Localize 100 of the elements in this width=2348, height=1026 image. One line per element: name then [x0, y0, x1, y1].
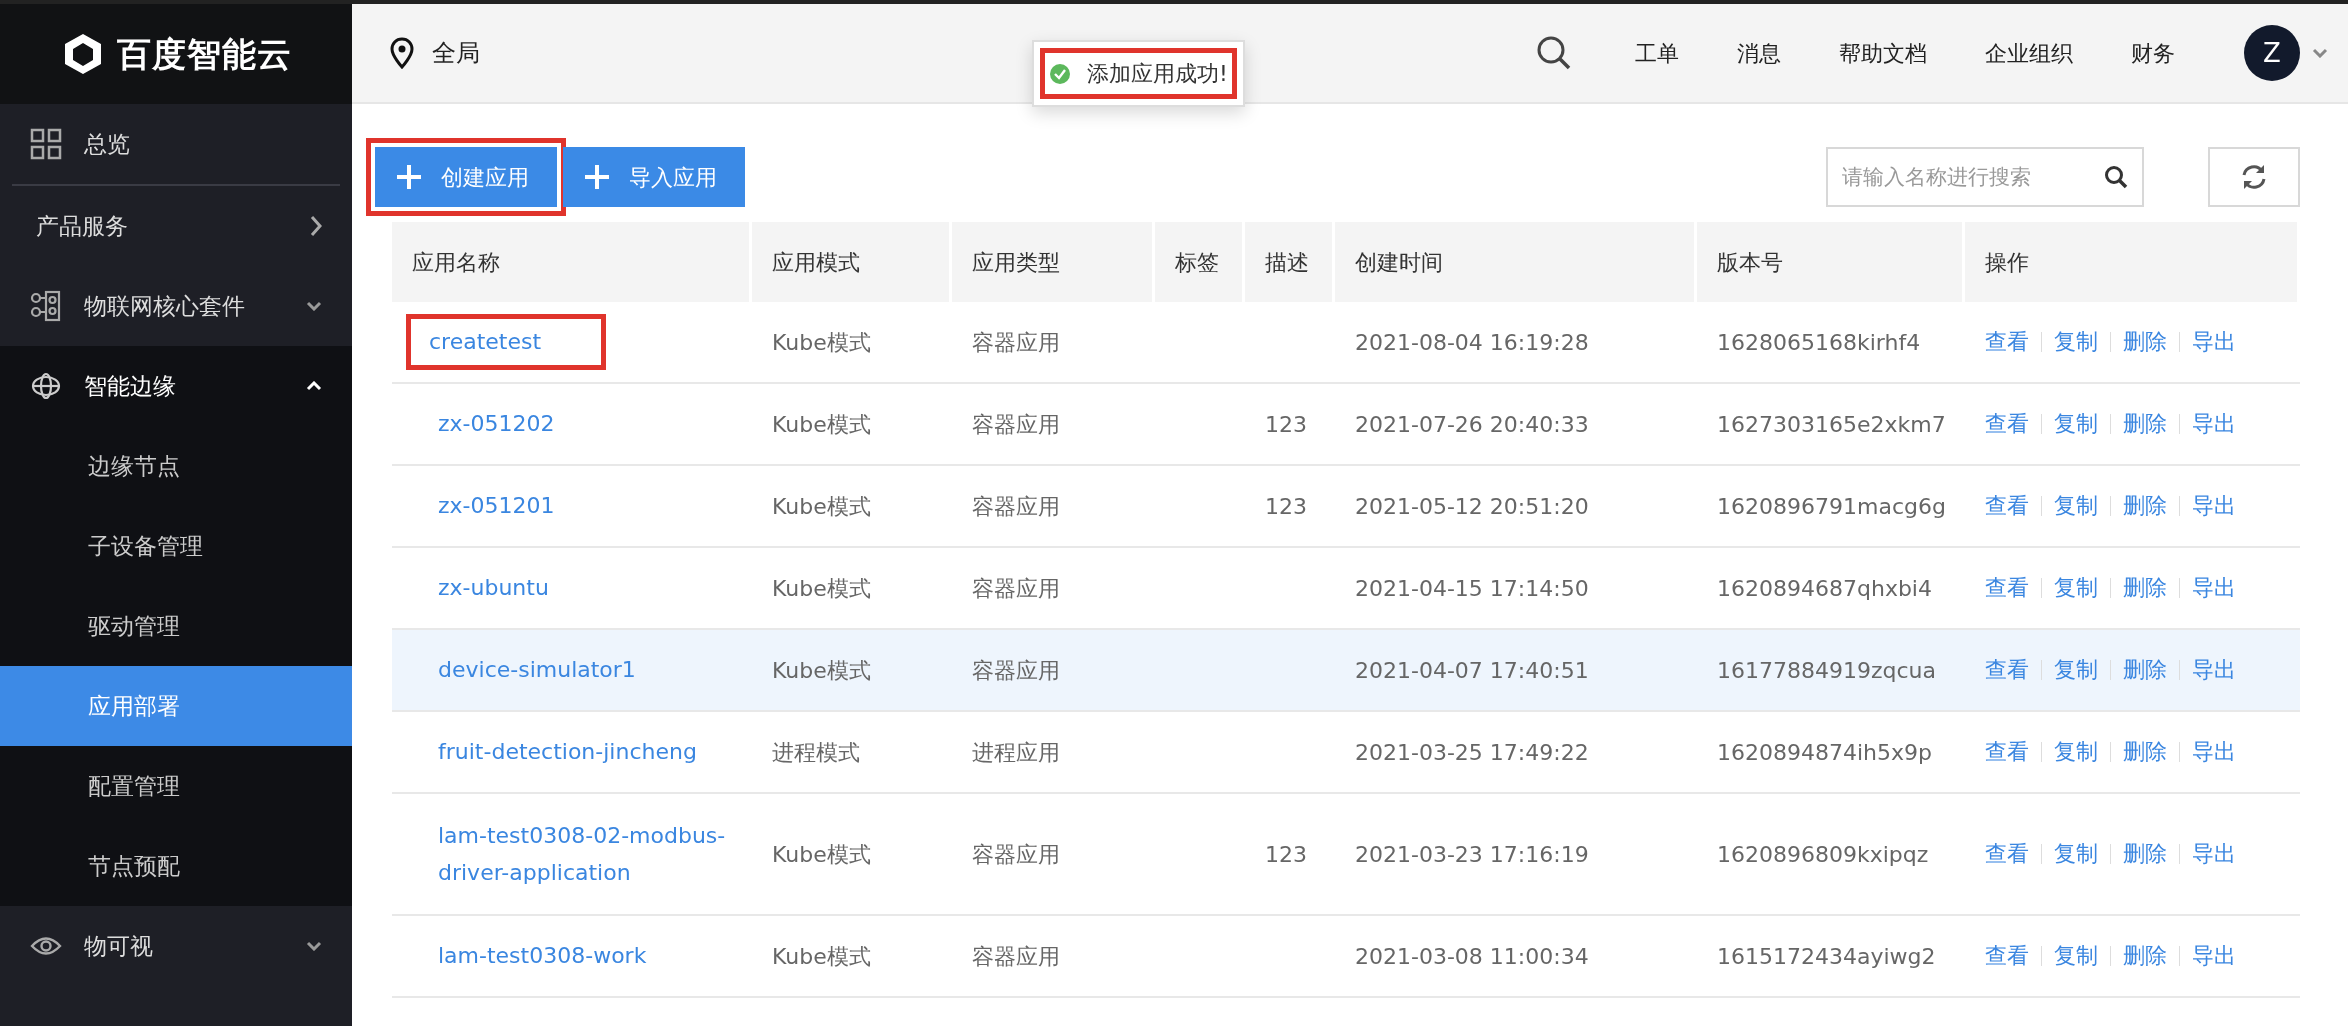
toast-message: 添加应用成功! [1087, 60, 1228, 88]
nodes-icon [30, 290, 62, 322]
action-link[interactable]: 查看 [1985, 937, 2029, 975]
action-link[interactable]: 删除 [2123, 651, 2167, 689]
table-cell: 容器应用 [952, 794, 1155, 916]
header-link[interactable]: 企业组织 [1985, 36, 2073, 70]
action-link[interactable]: 复制 [2054, 569, 2098, 607]
action-link[interactable]: 查看 [1985, 651, 2029, 689]
sidebar-item[interactable]: 物可视 [84, 928, 284, 964]
action-link[interactable]: 复制 [2054, 937, 2098, 975]
sidebar-item[interactable]: 智能边缘 [84, 368, 284, 404]
globe-icon [30, 370, 62, 402]
action-link[interactable]: 复制 [2054, 835, 2098, 873]
table-cell: 123 [1245, 466, 1335, 548]
action-link[interactable]: 导出 [2192, 733, 2236, 771]
table-cell: Kube模式 [752, 916, 952, 998]
table-cell: 2021-03-08 11:00:34 [1335, 916, 1697, 998]
action-link[interactable]: 导出 [2192, 405, 2236, 443]
action-link[interactable]: 查看 [1985, 487, 2029, 525]
search-field[interactable]: 请输入名称进行搜索 [1826, 147, 2144, 207]
chevron-down-icon [2312, 48, 2328, 58]
sidebar-item[interactable]: 物联网核心套件 [84, 288, 284, 324]
table-cell: 2021-08-04 16:19:28 [1335, 302, 1697, 384]
table-cell: 1620896791macg6g [1697, 466, 1965, 548]
table-cell: 2021-07-26 20:40:33 [1335, 384, 1697, 466]
app-name-link[interactable]: zx-051201 [438, 487, 555, 525]
toolbar-button[interactable]: 导入应用 [563, 147, 745, 207]
action-link[interactable]: 导出 [2192, 651, 2236, 689]
table-cell: Kube模式 [752, 630, 952, 712]
column-header: 操作 [1965, 222, 2300, 302]
grid-icon [30, 128, 62, 160]
action-link[interactable]: 导出 [2192, 835, 2236, 873]
action-link[interactable]: 删除 [2123, 835, 2167, 873]
header-link[interactable]: 帮助文档 [1839, 36, 1927, 70]
plus-icon [583, 163, 611, 191]
refresh-button[interactable] [2208, 147, 2300, 207]
table-cell: 2021-05-12 20:51:20 [1335, 466, 1697, 548]
column-header: 应用类型 [952, 222, 1155, 302]
app-name-link[interactable]: createtest [429, 323, 542, 361]
table-cell: 123 [1245, 794, 1335, 916]
column-header: 应用名称 [392, 222, 752, 302]
action-link[interactable]: 查看 [1985, 323, 2029, 361]
action-link[interactable]: 删除 [2123, 733, 2167, 771]
action-link[interactable]: 删除 [2123, 323, 2167, 361]
table-cell: 进程模式 [752, 712, 952, 794]
action-link[interactable]: 查看 [1985, 835, 2029, 873]
action-link[interactable]: 删除 [2123, 405, 2167, 443]
region-selector[interactable]: 全局 [432, 35, 480, 71]
avatar[interactable]: Z [2244, 25, 2300, 81]
action-link[interactable]: 复制 [2054, 651, 2098, 689]
sidebar-item[interactable]: 产品服务 [36, 208, 288, 244]
column-header: 描述 [1245, 222, 1335, 302]
table-cell: Kube模式 [752, 302, 952, 384]
action-link[interactable]: 查看 [1985, 733, 2029, 771]
table-cell: 2021-04-07 17:40:51 [1335, 630, 1697, 712]
action-link[interactable]: 删除 [2123, 937, 2167, 975]
app-name-link[interactable]: lam-test0308-work [438, 937, 647, 975]
action-link[interactable]: 查看 [1985, 405, 2029, 443]
action-link[interactable]: 导出 [2192, 937, 2236, 975]
chevron-right-icon [310, 215, 322, 237]
table-cell: 容器应用 [952, 302, 1155, 384]
app-name-link[interactable]: lam-test0308-02-modbus-driver-application [438, 816, 727, 892]
action-link[interactable]: 复制 [2054, 487, 2098, 525]
logo-text: 百度智能云 [116, 32, 292, 76]
table-cell: 容器应用 [952, 916, 1155, 998]
action-link[interactable]: 导出 [2192, 569, 2236, 607]
table-cell: 容器应用 [952, 466, 1155, 548]
table-cell: 16177884919zqcua [1697, 630, 1965, 712]
header-link[interactable]: 财务 [2131, 36, 2175, 70]
table-cell: Kube模式 [752, 794, 952, 916]
search-icon[interactable] [1536, 35, 1572, 71]
plus-icon [395, 163, 423, 191]
header-link[interactable]: 工单 [1635, 36, 1679, 70]
eye-icon [30, 935, 62, 957]
action-link[interactable]: 删除 [2123, 487, 2167, 525]
check-circle-icon [1049, 62, 1071, 85]
table-cell: 1627303165e2xkm7 [1697, 384, 1965, 466]
app-name-link[interactable]: device-simulator1 [438, 651, 636, 689]
action-link[interactable]: 复制 [2054, 405, 2098, 443]
sidebar-subitem[interactable]: 应用部署 [0, 666, 352, 746]
toolbar-button[interactable]: 创建应用 [375, 147, 557, 207]
table-cell: 容器应用 [952, 384, 1155, 466]
app-name-link[interactable]: zx-051202 [438, 405, 555, 443]
sidebar-item[interactable]: 总览 [84, 126, 322, 162]
table-cell: Kube模式 [752, 384, 952, 466]
action-link[interactable]: 导出 [2192, 323, 2236, 361]
app-name-link[interactable]: zx-ubuntu [438, 569, 549, 607]
table-cell: 2021-03-23 17:16:19 [1335, 794, 1697, 916]
action-link[interactable]: 查看 [1985, 569, 2029, 607]
table-cell: 1615172434ayiwg2 [1697, 916, 1965, 998]
header-link[interactable]: 消息 [1737, 36, 1781, 70]
action-link[interactable]: 导出 [2192, 487, 2236, 525]
app-name-link[interactable]: fruit-detection-jincheng [438, 733, 697, 771]
table-cell: 1620894874ih5x9p [1697, 712, 1965, 794]
action-link[interactable]: 复制 [2054, 733, 2098, 771]
action-link[interactable]: 删除 [2123, 569, 2167, 607]
location-pin-icon[interactable] [390, 37, 414, 69]
column-header: 版本号 [1697, 222, 1965, 302]
table-cell: 1620896809kxipqz [1697, 794, 1965, 916]
action-link[interactable]: 复制 [2054, 323, 2098, 361]
